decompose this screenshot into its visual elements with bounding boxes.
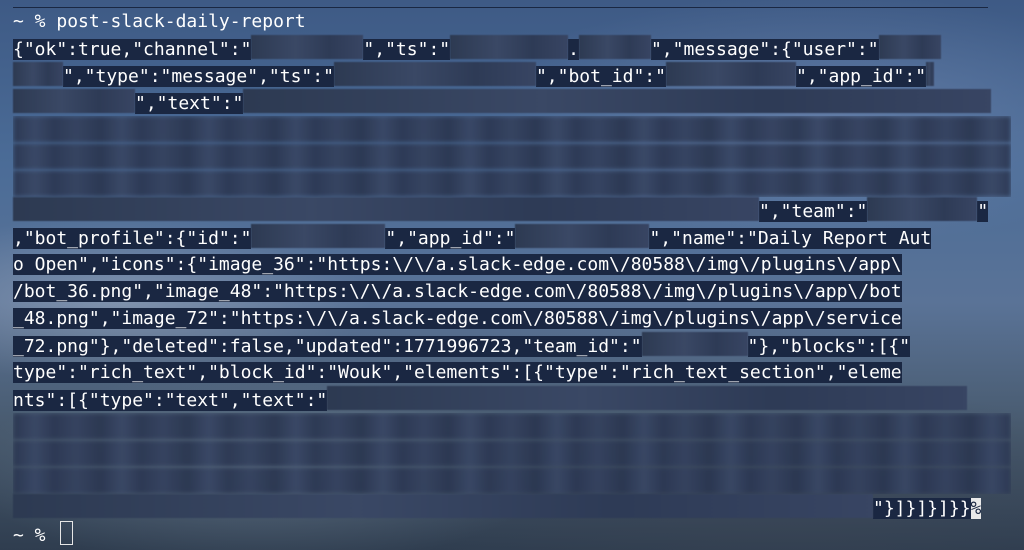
- json-text: ": [977, 201, 989, 222]
- output-line-8: ,"bot_profile":{"id":" ","app_id":" ","nam…: [13, 224, 1011, 251]
- json-text: ","ts":": [363, 39, 451, 60]
- json-text: ","team":": [759, 201, 868, 222]
- redacted-team-id: [641, 332, 748, 356]
- json-text: type":"rich_text","block_id":"Wouk","ele…: [13, 362, 902, 383]
- output-line-9: o Open","icons":{"image_36":"https:\/\/a…: [13, 251, 1011, 278]
- json-text: ","message":{"user":": [650, 39, 879, 60]
- json-text: _72.png"},"deleted":false,"updated":1771…: [13, 336, 642, 357]
- redacted-ts-part: [450, 35, 569, 59]
- output-line-10: /bot_36.png","image_48":"https:\/\/a.sla…: [13, 278, 1011, 305]
- redacted-text: [13, 494, 873, 518]
- redacted-text: [243, 89, 992, 113]
- prompt-line[interactable]: ~ %: [13, 521, 1011, 548]
- output-line-2: ","type":"message","ts":" ","bot_id":" ","…: [13, 62, 1011, 89]
- output-line-13: type":"rich_text","block_id":"Wouk","ele…: [13, 359, 1011, 386]
- json-text: ","type":"message","ts":": [63, 66, 334, 87]
- prompt: ~ %: [13, 11, 57, 32]
- command-line: ~ % post-slack-daily-report: [13, 8, 1011, 35]
- redacted-team: [867, 197, 978, 221]
- redacted-app-id: [926, 62, 935, 86]
- redacted-block: [13, 413, 1011, 440]
- output-line-18: "}]}]}]}}%: [13, 494, 1011, 521]
- json-text: _48.png","image_72":"https:\/\/a.slack-e…: [13, 308, 902, 329]
- redacted-block: [13, 440, 1011, 467]
- json-text: ","name":"Daily Report Aut: [649, 228, 932, 249]
- redacted-user: [878, 35, 941, 59]
- json-text: /bot_36.png","image_48":"https:\/\/a.sla…: [13, 281, 902, 302]
- output-line-12: _72.png"},"deleted":false,"updated":1771…: [13, 332, 1011, 359]
- json-text: {"ok":true,"channel":": [13, 39, 252, 60]
- redacted-bot-id: [665, 62, 796, 86]
- redacted-app-id: [13, 89, 135, 113]
- output-line-1: {"ok":true,"channel":" ","ts":". ","messag…: [13, 35, 1011, 62]
- redacted-profile-id: [251, 224, 386, 248]
- redacted-block: [13, 467, 1011, 494]
- text-cursor[interactable]: [60, 521, 74, 545]
- json-text: ","bot_id":": [535, 66, 666, 87]
- json-text: nts":[{"type":"text","text":": [13, 390, 328, 411]
- command-text: post-slack-daily-report: [56, 11, 306, 32]
- json-text: o Open","icons":{"image_36":"https:\/\/a…: [13, 254, 902, 275]
- json-text: ","text":": [135, 93, 244, 114]
- redacted-user: [13, 62, 63, 86]
- prompt: ~ %: [13, 525, 57, 546]
- redacted-block: [13, 170, 1011, 197]
- redacted-channel: [251, 35, 364, 59]
- end-of-output-marker: %: [970, 498, 982, 519]
- redacted-app-id: [515, 224, 650, 248]
- redacted-block: [13, 143, 1011, 170]
- redacted-ts-part: [578, 35, 651, 59]
- json-text: "},"blocks":[{": [747, 336, 911, 357]
- output-line-7: ","team":" ": [13, 197, 1011, 224]
- json-text: ,"bot_profile":{"id":": [13, 228, 252, 249]
- output-line-14: nts":[{"type":"text","text":": [13, 386, 1011, 413]
- redacted-text: [13, 197, 759, 221]
- json-text: .: [568, 39, 579, 60]
- redacted-block: [13, 116, 1011, 143]
- terminal-output[interactable]: ~ % post-slack-daily-report {"ok":true,"…: [13, 4, 1011, 548]
- output-line-3: ","text":": [13, 89, 1011, 116]
- json-text: "}]}]}]}}: [873, 498, 971, 519]
- output-line-11: _48.png","image_72":"https:\/\/a.slack-e…: [13, 305, 1011, 332]
- redacted-text: [327, 386, 968, 410]
- redacted-ts: [333, 62, 536, 86]
- json-text: ","app_id":": [385, 228, 516, 249]
- json-text: ","app_id":": [795, 66, 927, 87]
